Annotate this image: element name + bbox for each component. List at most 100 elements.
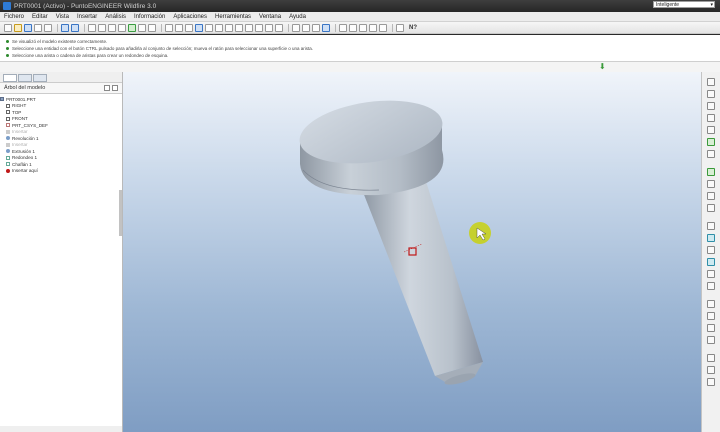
head-body[interactable] — [296, 92, 447, 196]
round-tool-icon[interactable] — [707, 270, 715, 278]
shading-icon[interactable] — [322, 23, 330, 32]
zoom-in-icon[interactable] — [205, 23, 213, 32]
find-icon[interactable] — [138, 23, 146, 32]
tree-item[interactable]: Chaflán 1 — [0, 161, 122, 167]
paste-icon[interactable] — [108, 23, 116, 32]
tab-favorites[interactable] — [33, 74, 47, 82]
print-icon[interactable] — [34, 23, 42, 32]
draft-tool-icon[interactable] — [707, 258, 715, 266]
tree-item[interactable]: Insertar — [0, 129, 122, 135]
menu-herramientas[interactable]: Herramientas — [215, 14, 251, 20]
annotations-icon[interactable] — [379, 23, 387, 32]
datum-curve-tool-icon[interactable] — [707, 102, 715, 110]
redo-icon[interactable] — [71, 23, 79, 32]
orient-icon[interactable] — [195, 23, 203, 32]
revolve-tool-icon[interactable] — [707, 180, 715, 188]
datum-point-tool-icon[interactable] — [707, 114, 715, 122]
selection-icon[interactable] — [148, 23, 156, 32]
solidify-tool-icon[interactable] — [707, 378, 715, 386]
no-hidden-icon[interactable] — [312, 23, 320, 32]
sweep-tool-icon[interactable] — [707, 192, 715, 200]
tree-item[interactable]: Extrusión 1 — [0, 148, 122, 154]
tree-item[interactable]: Revolución 1 — [0, 135, 122, 141]
graphics-viewport[interactable] — [123, 72, 701, 432]
model-render[interactable] — [123, 72, 701, 432]
hidden-line-icon[interactable] — [302, 23, 310, 32]
save-icon[interactable] — [24, 23, 32, 32]
menu-aplicaciones[interactable]: Aplicaciones — [173, 14, 207, 20]
model-tree-title: Árbol del modelo — [4, 85, 46, 91]
tree-item[interactable]: Redondeo 1 — [0, 155, 122, 161]
rib-tool-icon[interactable] — [707, 246, 715, 254]
cut-icon[interactable] — [88, 23, 96, 32]
model-tree: PRT0001.PRT RIGHT TOP FRONT PRT_CSYS_DEF… — [0, 94, 122, 426]
tab-folder-browser[interactable] — [18, 74, 32, 82]
email-icon[interactable] — [44, 23, 52, 32]
trim-tool-icon[interactable] — [707, 324, 715, 332]
csys-display-icon[interactable] — [369, 23, 377, 32]
help-label[interactable]: N? — [409, 25, 417, 31]
datum-planes-icon[interactable] — [339, 23, 347, 32]
pattern-tool-icon[interactable] — [707, 336, 715, 344]
copy-icon[interactable] — [98, 23, 106, 32]
zoom-out-icon[interactable] — [215, 23, 223, 32]
view-manager-icon[interactable] — [265, 23, 273, 32]
blend-tool-icon[interactable] — [707, 204, 715, 212]
tree-item[interactable]: TOP — [0, 109, 122, 115]
menu-vista[interactable]: Vista — [56, 14, 69, 20]
datum-plane-tool-icon[interactable] — [707, 78, 715, 86]
menu-editar[interactable]: Editar — [32, 14, 48, 20]
tree-item-label: Insertar — [12, 129, 28, 134]
datum-axis-tool-icon[interactable] — [707, 90, 715, 98]
context-help-icon[interactable] — [396, 23, 404, 32]
datum-axes-icon[interactable] — [349, 23, 357, 32]
refit-icon[interactable] — [225, 23, 233, 32]
window-icon[interactable] — [165, 23, 173, 32]
offset-tool-icon[interactable] — [707, 354, 715, 362]
hole-tool-icon[interactable] — [707, 222, 715, 230]
spin-center-icon[interactable] — [275, 23, 283, 32]
tree-item[interactable]: Insertar aquí — [0, 168, 122, 174]
tree-show-icon[interactable] — [112, 85, 118, 91]
menu-informacion[interactable]: Información — [134, 14, 165, 20]
csys-tool-icon[interactable] — [707, 126, 715, 134]
tree-item[interactable]: PRT_CSYS_DEF — [0, 122, 122, 128]
layers-icon[interactable] — [255, 23, 263, 32]
tree-item[interactable]: RIGHT — [0, 103, 122, 109]
part-icon — [0, 97, 4, 101]
tree-settings-icon[interactable] — [104, 85, 110, 91]
repaint-icon[interactable] — [185, 23, 193, 32]
menu-insertar[interactable]: Insertar — [77, 14, 97, 20]
shell-tool-icon[interactable] — [707, 234, 715, 242]
shaft-body[interactable] — [361, 172, 483, 387]
merge-tool-icon[interactable] — [707, 312, 715, 320]
reorient-icon[interactable] — [235, 23, 243, 32]
regenerate-icon[interactable] — [128, 23, 136, 32]
analysis-tool-icon[interactable] — [707, 138, 715, 146]
tree-item[interactable]: PRT0001.PRT — [0, 96, 122, 102]
chamfer-tool-icon[interactable] — [707, 282, 715, 290]
selection-filter[interactable]: Inteligente ▾ — [653, 1, 715, 8]
paste-special-icon[interactable] — [118, 23, 126, 32]
chevron-down-icon[interactable]: ▾ — [710, 2, 713, 8]
menu-ventana[interactable]: Ventana — [259, 14, 281, 20]
new-file-icon[interactable] — [4, 23, 12, 32]
extrude-tool-icon[interactable] — [707, 168, 715, 176]
sketch-tool-icon[interactable] — [707, 150, 715, 158]
menu-fichero[interactable]: Fichero — [4, 14, 24, 20]
saved-views-icon[interactable] — [245, 23, 253, 32]
tree-item[interactable]: Insertar — [0, 142, 122, 148]
thicken-tool-icon[interactable] — [707, 366, 715, 374]
undo-icon[interactable] — [61, 23, 69, 32]
scrollbar-thumb[interactable] — [119, 190, 122, 236]
insert-icon — [6, 142, 10, 147]
tab-model-tree[interactable] — [3, 74, 17, 82]
open-file-icon[interactable] — [14, 23, 22, 32]
tree-item[interactable]: FRONT — [0, 116, 122, 122]
mirror-tool-icon[interactable] — [707, 300, 715, 308]
wireframe-icon[interactable] — [292, 23, 300, 32]
close-window-icon[interactable] — [175, 23, 183, 32]
menu-analisis[interactable]: Análisis — [105, 14, 126, 20]
datum-points-icon[interactable] — [359, 23, 367, 32]
menu-ayuda[interactable]: Ayuda — [289, 14, 306, 20]
